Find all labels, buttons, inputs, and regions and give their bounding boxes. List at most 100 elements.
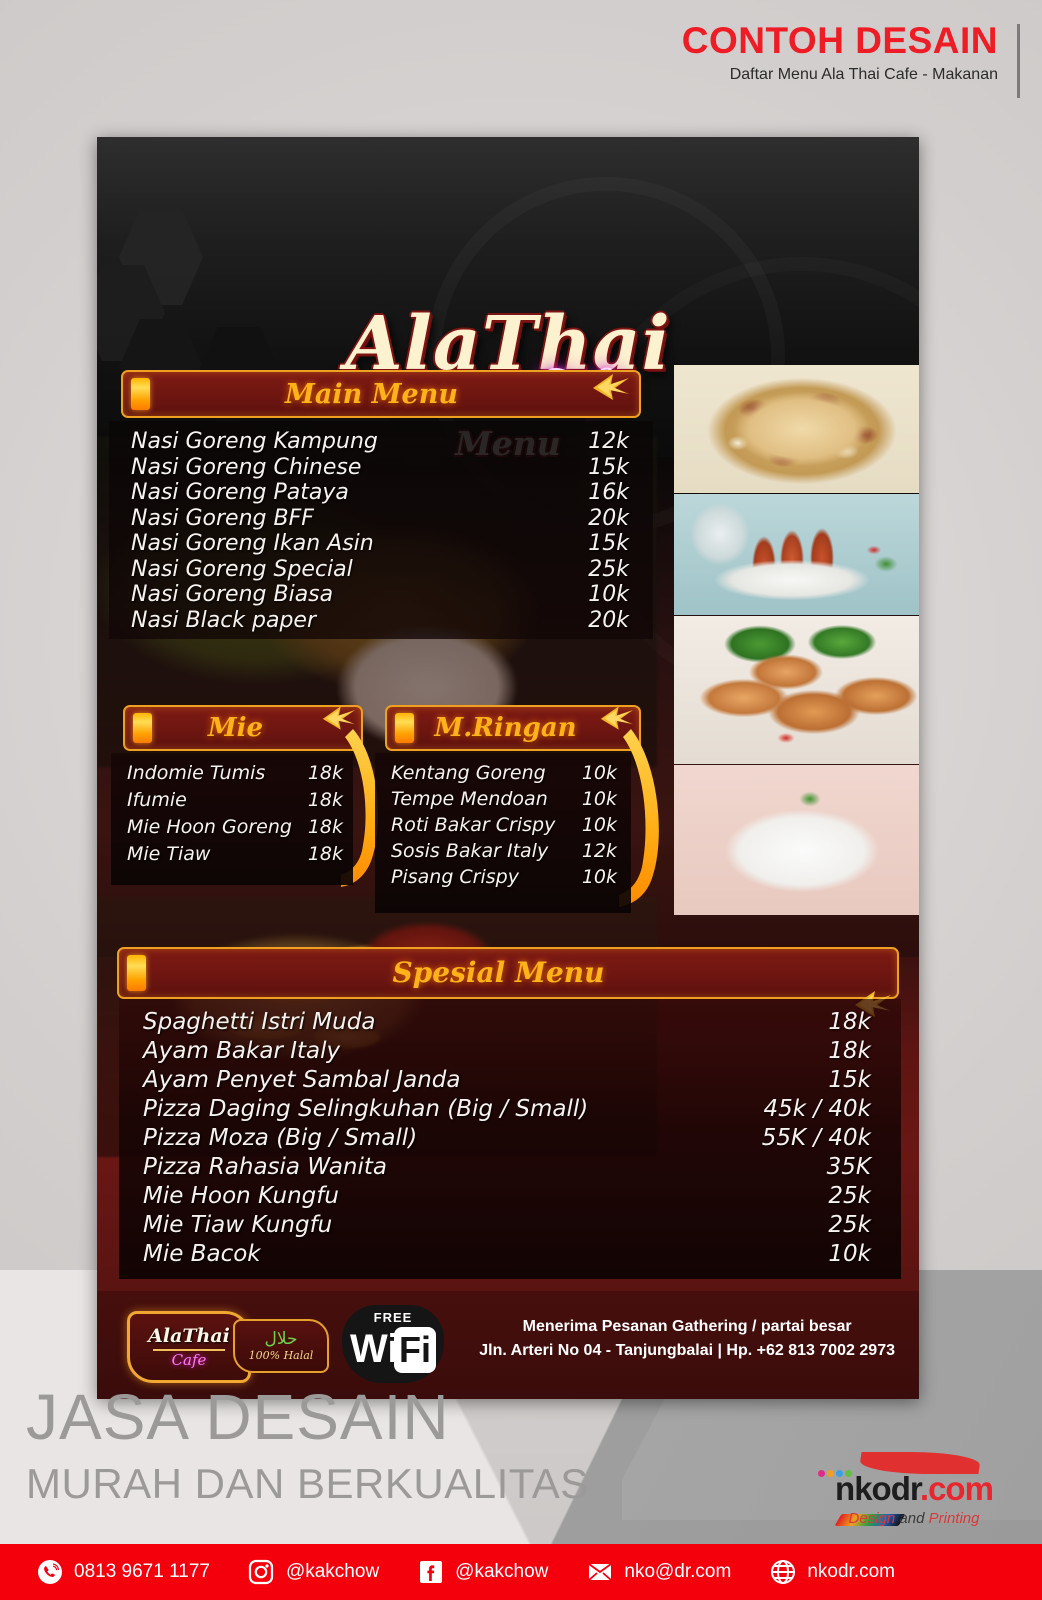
menu-item-name: Indomie Tumis <box>127 762 266 784</box>
halal-arabic-text: حلال <box>264 1329 298 1349</box>
menu-item-price: 10k <box>588 582 629 607</box>
wifi-fi-text: Fi <box>394 1327 436 1373</box>
menu-item-row: Kentang Goreng 10k <box>391 760 617 786</box>
menu-item-row: Nasi Goreng Biasa 10k <box>131 582 629 608</box>
menu-item-row: Roti Bakar Crispy 10k <box>391 812 617 838</box>
menu-item-row: Nasi Black paper 20k <box>131 608 629 634</box>
menu-item-row: Pizza Daging Selingkuhan (Big / Small) 45… <box>143 1095 871 1124</box>
contact-item-website[interactable]: nkodr.com <box>769 1559 895 1586</box>
contact-text: @kakchow <box>455 1561 549 1582</box>
menu-item-price: 12k <box>581 840 617 862</box>
section-header-main-menu: Main Menu <box>121 370 641 418</box>
menu-item-row: Nasi Goreng Chinese 15k <box>131 455 629 481</box>
menu-item-name: Sosis Bakar Italy <box>391 840 549 862</box>
wifi-wi-text: Wi <box>350 1327 399 1371</box>
spaghetti-photo <box>674 765 919 915</box>
menu-item-name: Nasi Goreng Biasa <box>131 582 334 607</box>
menu-poster: AlaThai Cafe Menu Main Menu Nasi Goreng … <box>97 137 919 1399</box>
free-wifi-icon: FREE Wi Fi <box>342 1305 444 1383</box>
ribbon-ornament <box>600 706 633 730</box>
nkodr-tagline: Design and Printing <box>804 1510 1024 1527</box>
header-pip <box>395 713 414 743</box>
section-panel-main-menu: Nasi Goreng Kampung 12k Nasi Goreng Chines… <box>109 421 653 639</box>
logo-name: AlaThai <box>148 1324 230 1347</box>
menu-item-price: 10k <box>581 814 617 836</box>
header-pip <box>131 378 150 410</box>
menu-item-row: Nasi Goreng Ikan Asin 15k <box>131 531 629 557</box>
instagram-icon <box>248 1559 275 1586</box>
page-subtitle: Daftar Menu Ala Thai Cafe - Makanan <box>729 66 998 83</box>
contact-text: nkodr.com <box>807 1561 895 1582</box>
menu-rows-spesial: Spaghetti Istri Muda 18k Ayam Bakar Italy 1… <box>119 999 901 1269</box>
menu-item-price: 18k <box>828 1009 871 1035</box>
poster-footer: AlaThai Cafe حلال 100% Halal FREE Wi Fi … <box>97 1291 919 1399</box>
menu-item-name: Pizza Daging Selingkuhan (Big / Small) <box>143 1096 589 1122</box>
section-header-mringan: M.Ringan <box>385 705 641 751</box>
menu-item-row: Nasi Goreng Special 25k <box>131 557 629 583</box>
food-photo-strip <box>674 365 919 915</box>
header-pip <box>133 713 152 743</box>
menu-item-row: Mie Hoon Goreng 18k <box>127 814 343 841</box>
menu-item-name: Mie Hoon Goreng <box>127 816 292 838</box>
menu-item-name: Mie Hoon Kungfu <box>143 1183 339 1209</box>
menu-item-price: 45k / 40k <box>763 1096 871 1122</box>
nkodr-logo: nkodr.com Design and Printing <box>804 1452 1024 1538</box>
menu-item-price: 55K / 40k <box>761 1125 871 1151</box>
menu-item-name: Mie Tiaw <box>127 843 211 865</box>
menu-item-row: Mie Tiaw Kungfu 25k <box>143 1211 871 1240</box>
menu-rows-main: Nasi Goreng Kampung 12k Nasi Goreng Chines… <box>109 421 653 633</box>
menu-item-price: 35K <box>826 1154 871 1180</box>
contact-text: @kakchow <box>285 1561 380 1582</box>
menu-item-price: 18k <box>307 762 343 784</box>
menu-item-name: Ifumie <box>127 789 187 811</box>
menu-item-row: Spaghetti Istri Muda 18k <box>143 1008 871 1037</box>
menu-item-name: Nasi Goreng BFF <box>131 505 314 531</box>
section-panel-spesial: Spaghetti Istri Muda 18k Ayam Bakar Italy 1… <box>119 999 901 1279</box>
menu-item-price: 10k <box>581 866 617 888</box>
menu-item-price: 16k <box>588 480 629 505</box>
menu-item-row: Sosis Bakar Italy 12k <box>391 838 617 864</box>
menu-item-price: 18k <box>307 789 343 811</box>
phone-icon <box>36 1559 63 1586</box>
wifi-free-label: FREE <box>373 1310 413 1325</box>
contact-item-phone[interactable]: 0813 9671 1177 <box>36 1559 210 1586</box>
menu-item-name: Ayam Bakar Italy <box>143 1038 341 1064</box>
menu-item-row: Indomie Tumis 18k <box>127 760 343 787</box>
email-icon <box>586 1559 613 1586</box>
contact-item-email[interactable]: nko@dr.com <box>586 1559 731 1586</box>
menu-item-row: Mie Hoon Kungfu 25k <box>143 1182 871 1211</box>
menu-item-name: Nasi Goreng Ikan Asin <box>131 531 374 556</box>
menu-item-name: Roti Bakar Crispy <box>391 814 556 836</box>
grilled-chicken-photo <box>674 616 919 764</box>
pizza-photo <box>674 365 919 493</box>
contact-item-facebook[interactable]: @kakchow <box>417 1559 548 1586</box>
menu-item-name: Nasi Goreng Pataya <box>131 480 349 505</box>
section-title: Spesial Menu <box>392 956 605 989</box>
contact-text: nko@dr.com <box>624 1561 732 1582</box>
menu-item-row: Nasi Goreng Pataya 16k <box>131 480 629 506</box>
menu-item-name: Pizza Moza (Big / Small) <box>143 1125 418 1151</box>
menu-item-row: Ifumie 18k <box>127 787 343 814</box>
menu-item-name: Nasi Goreng Special <box>131 556 353 582</box>
section-title: M.Ringan <box>434 713 577 743</box>
menu-item-row: Ayam Bakar Italy 18k <box>143 1037 871 1066</box>
contact-bar: 0813 9671 1177 @kakchow @kakchow nko@dr.… <box>0 1544 1042 1600</box>
page-title: CONTOH DESAIN <box>681 20 998 61</box>
menu-item-row: Tempe Mendoan 10k <box>391 786 617 812</box>
facebook-icon <box>417 1559 444 1586</box>
menu-item-row: Mie Bacok 10k <box>143 1240 871 1269</box>
tagline-design: Design <box>848 1510 896 1527</box>
globe-icon <box>769 1559 796 1586</box>
menu-item-price: 25k <box>828 1183 871 1209</box>
menu-item-name: Nasi Black paper <box>131 607 317 633</box>
menu-item-name: Tempe Mendoan <box>391 788 548 810</box>
contact-item-instagram[interactable]: @kakchow <box>248 1559 379 1586</box>
nkodr-word-black: nkodr <box>835 1470 921 1507</box>
menu-item-price: 18k <box>307 843 343 865</box>
halal-label: 100% Halal <box>248 1349 314 1362</box>
menu-item-name: Pizza Rahasia Wanita <box>143 1154 387 1180</box>
menu-item-row: Ayam Penyet Sambal Janda 15k <box>143 1066 871 1095</box>
menu-item-name: Nasi Goreng Kampung <box>131 429 378 454</box>
menu-item-price: 15k <box>828 1067 871 1093</box>
menu-item-price: 15k <box>588 454 629 480</box>
